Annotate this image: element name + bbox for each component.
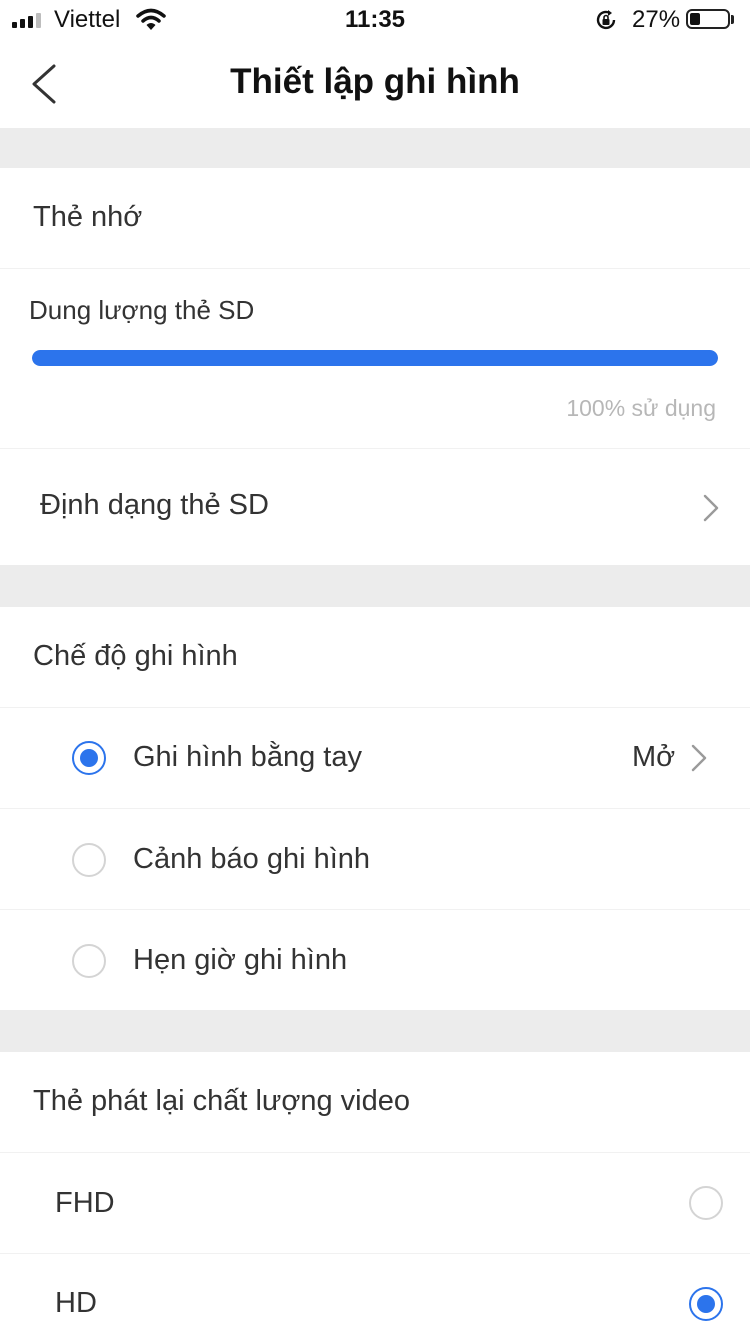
recording-option-value: Mở [632, 741, 676, 773]
section-gap [0, 1010, 750, 1052]
rotation-lock-icon [596, 10, 616, 30]
battery-icon [686, 9, 730, 29]
radio-button[interactable] [72, 944, 106, 978]
section-gap [0, 128, 750, 168]
battery-nub [731, 15, 734, 24]
sd-capacity-label: Dung lượng thẻ SD [29, 295, 255, 325]
recording-option-label: Ghi hình bằng tay [133, 741, 362, 773]
recording-option-schedule[interactable]: Hẹn giờ ghi hình [0, 910, 750, 1010]
quality-option-hd[interactable]: HD [0, 1254, 750, 1334]
format-sd-row[interactable]: Định dạng thẻ SD [0, 449, 750, 565]
recording-option-label: Hẹn giờ ghi hình [133, 944, 348, 976]
radio-button[interactable] [72, 741, 106, 775]
recording-option-alarm[interactable]: Cảnh báo ghi hình [0, 809, 750, 909]
sd-usage-text: 100% sử dụng [566, 395, 716, 421]
recording-option-manual[interactable]: Ghi hình bằng tay Mở [0, 708, 750, 808]
page-title: Thiết lập ghi hình [230, 62, 520, 101]
recording-option-label: Cảnh báo ghi hình [133, 843, 371, 875]
status-bar: Viettel 11:35 27% [0, 0, 750, 40]
format-sd-label: Định dạng thẻ SD [40, 489, 269, 521]
radio-button[interactable] [689, 1186, 723, 1220]
chevron-right-icon [703, 494, 719, 522]
quality-option-label: FHD [55, 1187, 115, 1219]
section-gap [0, 565, 750, 607]
battery-percent: 27% [632, 6, 681, 33]
memory-card-header: Thẻ nhớ [33, 201, 143, 233]
radio-button[interactable] [72, 843, 106, 877]
divider [0, 268, 750, 269]
sd-usage-progress-fill [32, 350, 718, 366]
quality-option-label: HD [55, 1287, 97, 1319]
sd-usage-progress-bar [32, 350, 718, 366]
chevron-right-icon [691, 744, 707, 772]
quality-option-fhd[interactable]: FHD [0, 1153, 750, 1253]
radio-button[interactable] [689, 1287, 723, 1321]
recording-mode-header: Chế độ ghi hình [33, 640, 238, 672]
playback-quality-header: Thẻ phát lại chất lượng video [33, 1085, 410, 1117]
